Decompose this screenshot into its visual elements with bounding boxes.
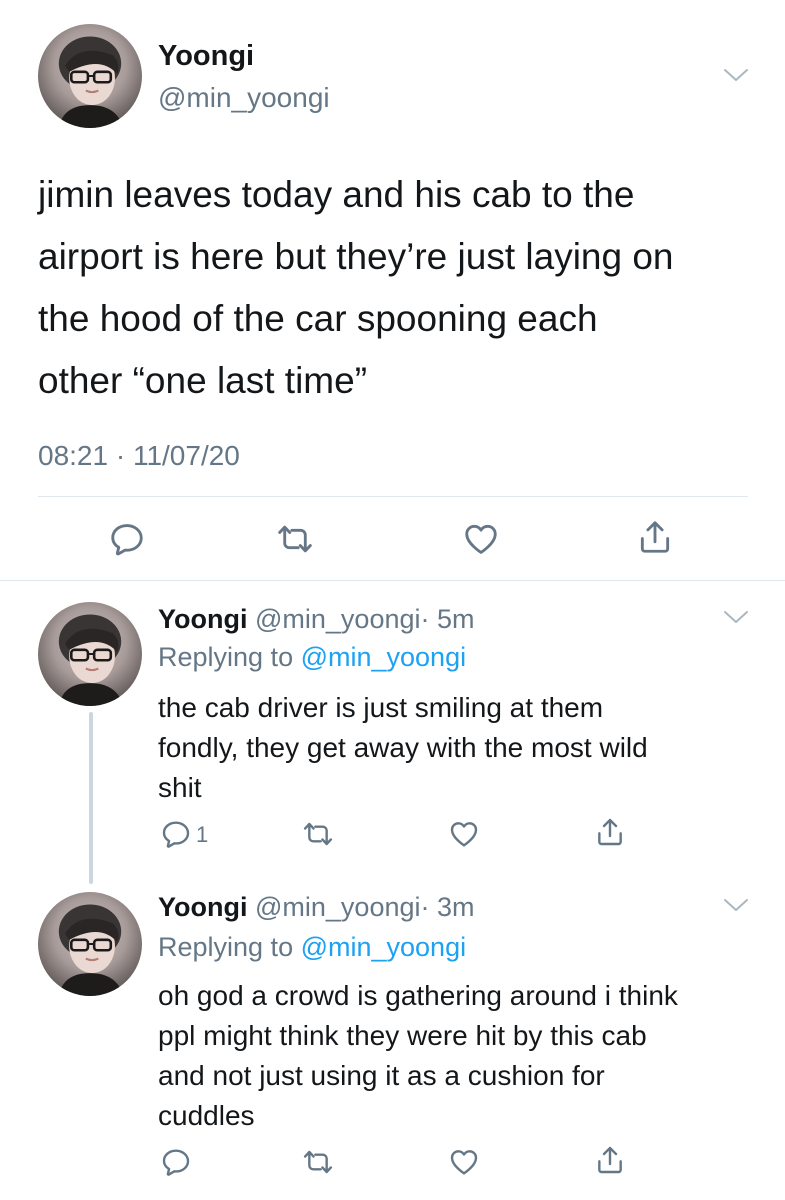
avatar[interactable] bbox=[38, 24, 142, 128]
user-handle[interactable]: @min_yoongi bbox=[255, 892, 421, 922]
reply-header: Yoongi @min_yoongi· 3m bbox=[158, 892, 475, 923]
tweet-text-line: oh god a crowd is gathering around i thi… bbox=[158, 980, 678, 1011]
avatar[interactable] bbox=[38, 892, 142, 996]
replying-to: Replying to @min_yoongi bbox=[158, 642, 466, 673]
reply-header: Yoongi @min_yoongi· 5m bbox=[158, 604, 475, 635]
user-handle[interactable]: @min_yoongi bbox=[255, 604, 421, 634]
replying-to-label: Replying to bbox=[158, 932, 301, 962]
chevron-down-icon[interactable] bbox=[722, 896, 750, 919]
user-handle[interactable]: @min_yoongi bbox=[158, 82, 330, 114]
reply-icon[interactable] bbox=[160, 818, 192, 850]
display-name[interactable]: Yoongi bbox=[158, 892, 247, 922]
section-divider bbox=[0, 580, 785, 581]
tweet-timestamp[interactable]: 08:21 · 11/07/20 bbox=[38, 440, 240, 472]
share-icon[interactable] bbox=[594, 816, 626, 848]
chevron-down-icon[interactable] bbox=[722, 608, 750, 631]
replying-to-link[interactable]: @min_yoongi bbox=[301, 642, 467, 672]
tweet-text: jimin leaves today and his cab to the ai… bbox=[38, 164, 674, 412]
display-name[interactable]: Yoongi bbox=[158, 604, 247, 634]
share-icon[interactable] bbox=[636, 518, 674, 556]
replying-to: Replying to @min_yoongi bbox=[158, 932, 466, 963]
like-icon[interactable] bbox=[448, 1146, 480, 1178]
tweet-text-line: other “one last time” bbox=[38, 360, 368, 401]
tweet-text-line: jimin leaves today and his cab to the bbox=[38, 174, 635, 215]
tweet-text-line: cuddles bbox=[158, 1100, 255, 1131]
reply-icon[interactable] bbox=[108, 520, 146, 558]
retweet-icon[interactable] bbox=[302, 1146, 334, 1178]
tweet-text: oh god a crowd is gathering around i thi… bbox=[158, 976, 678, 1136]
tweet-text-line: airport is here but they’re just laying … bbox=[38, 236, 674, 277]
tweet-time[interactable]: · 3m bbox=[421, 892, 475, 922]
tweet-text-line: and not just using it as a cushion for bbox=[158, 1060, 605, 1091]
thread-line bbox=[89, 712, 93, 884]
reply-icon[interactable] bbox=[160, 1146, 192, 1178]
retweet-icon[interactable] bbox=[276, 520, 314, 558]
display-name[interactable]: Yoongi bbox=[158, 40, 254, 73]
tweet-text-line: shit bbox=[158, 772, 202, 803]
share-icon[interactable] bbox=[594, 1144, 626, 1176]
avatar[interactable] bbox=[38, 602, 142, 706]
like-icon[interactable] bbox=[462, 520, 500, 558]
retweet-icon[interactable] bbox=[302, 818, 334, 850]
tweet-text-line: the cab driver is just smiling at them bbox=[158, 692, 604, 723]
tweet-time[interactable]: · 5m bbox=[421, 604, 475, 634]
tweet-text-line: the hood of the car spooning each bbox=[38, 298, 598, 339]
tweet-text-line: fondly, they get away with the most wild bbox=[158, 732, 648, 763]
tweet-text-line: ppl might think they were hit by this ca… bbox=[158, 1020, 647, 1051]
tweet-text: the cab driver is just smiling at them f… bbox=[158, 688, 648, 808]
chevron-down-icon[interactable] bbox=[722, 66, 750, 89]
replying-to-label: Replying to bbox=[158, 642, 301, 672]
like-icon[interactable] bbox=[448, 818, 480, 850]
reply-count: 1 bbox=[196, 822, 209, 847]
divider bbox=[38, 496, 748, 497]
replying-to-link[interactable]: @min_yoongi bbox=[301, 932, 467, 962]
